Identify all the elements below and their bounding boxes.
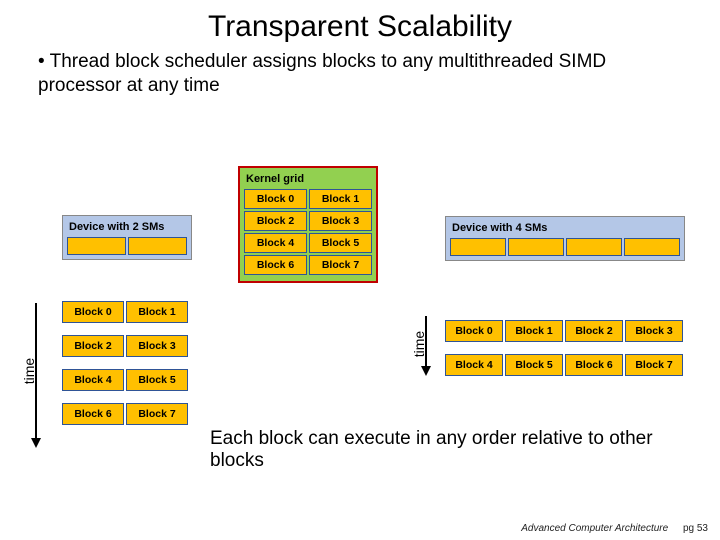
footer: Advanced Computer Architecture pg 53 xyxy=(521,523,708,534)
sm-slot xyxy=(128,237,187,255)
caption-text: Each block can execute in any order rela… xyxy=(210,428,670,474)
time-arrow-2sm: time xyxy=(20,303,50,448)
schedule-cell: Block 1 xyxy=(505,320,563,342)
schedule-cell: Block 4 xyxy=(445,354,503,376)
schedule-cell: Block 7 xyxy=(625,354,683,376)
kernel-cell: Block 6 xyxy=(244,255,307,275)
sm-slot xyxy=(624,238,680,256)
bullet-text: • Thread block scheduler assigns blocks … xyxy=(0,48,720,98)
schedule-cell: Block 5 xyxy=(126,369,188,391)
kernel-grid: Kernel grid Block 0Block 1 Block 2Block … xyxy=(238,166,378,283)
kernel-grid-title: Kernel grid xyxy=(244,171,372,189)
schedule-4sm: Block 0 Block 1 Block 2 Block 3 Block 4 … xyxy=(445,320,683,388)
schedule-cell: Block 0 xyxy=(62,301,124,323)
device-2sm-title: Device with 2 SMs xyxy=(67,219,187,237)
schedule-cell: Block 4 xyxy=(62,369,124,391)
time-arrow-4sm: time xyxy=(410,316,440,376)
schedule-cell: Block 1 xyxy=(126,301,188,323)
kernel-cell: Block 3 xyxy=(309,211,372,231)
sm-slot xyxy=(67,237,126,255)
sm-slot xyxy=(450,238,506,256)
schedule-cell: Block 2 xyxy=(565,320,623,342)
device-4sm-title: Device with 4 SMs xyxy=(450,220,680,238)
footer-page: pg 53 xyxy=(683,523,708,534)
slide-title: Transparent Scalability xyxy=(0,0,720,48)
device-4sm: Device with 4 SMs xyxy=(445,216,685,261)
schedule-2sm: Block 0Block 1 Block 2Block 3 Block 4Blo… xyxy=(62,301,188,437)
kernel-cell: Block 2 xyxy=(244,211,307,231)
schedule-cell: Block 0 xyxy=(445,320,503,342)
sm-slot xyxy=(566,238,622,256)
kernel-cell: Block 1 xyxy=(309,189,372,209)
time-label: time xyxy=(21,357,37,383)
kernel-cell: Block 5 xyxy=(309,233,372,253)
sm-slot xyxy=(508,238,564,256)
kernel-cell: Block 4 xyxy=(244,233,307,253)
device-2sm: Device with 2 SMs xyxy=(62,215,192,260)
footer-course: Advanced Computer Architecture xyxy=(521,523,668,534)
schedule-cell: Block 5 xyxy=(505,354,563,376)
kernel-cell: Block 0 xyxy=(244,189,307,209)
schedule-cell: Block 3 xyxy=(126,335,188,357)
time-label: time xyxy=(411,330,427,356)
schedule-cell: Block 6 xyxy=(565,354,623,376)
schedule-cell: Block 2 xyxy=(62,335,124,357)
kernel-cell: Block 7 xyxy=(309,255,372,275)
schedule-cell: Block 7 xyxy=(126,403,188,425)
schedule-cell: Block 6 xyxy=(62,403,124,425)
schedule-cell: Block 3 xyxy=(625,320,683,342)
